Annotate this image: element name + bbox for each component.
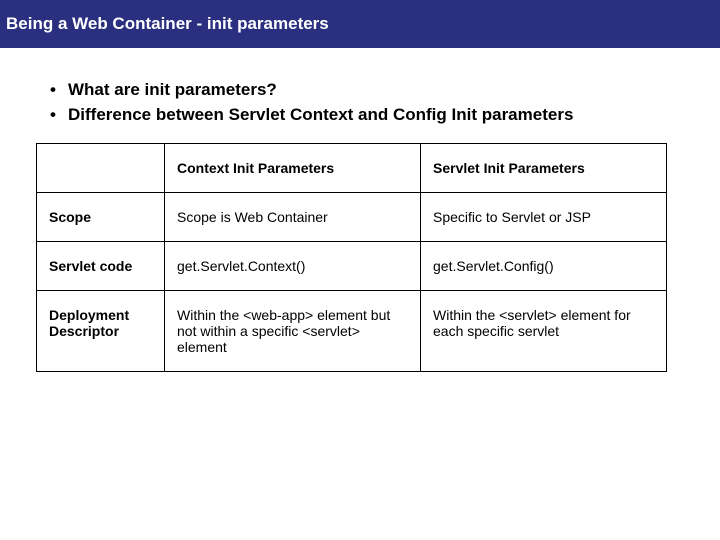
table-cell: get.Servlet.Context() — [165, 242, 421, 291]
table-row-label: Scope — [37, 193, 165, 242]
table-header-row: Context Init Parameters Servlet Init Par… — [37, 144, 667, 193]
table-row: Servlet code get.Servlet.Context() get.S… — [37, 242, 667, 291]
bullet-list: What are init parameters? Difference bet… — [30, 78, 690, 127]
table-cell: Within the <servlet> element for each sp… — [421, 291, 667, 372]
table-cell: Specific to Servlet or JSP — [421, 193, 667, 242]
table-col-header: Servlet Init Parameters — [421, 144, 667, 193]
comparison-table: Context Init Parameters Servlet Init Par… — [36, 143, 667, 372]
slide-title-bar: Being a Web Container - init parameters — [0, 0, 720, 48]
table-row: Deployment Descriptor Within the <web-ap… — [37, 291, 667, 372]
table-row: Scope Scope is Web Container Specific to… — [37, 193, 667, 242]
table-cell: Within the <web-app> element but not wit… — [165, 291, 421, 372]
slide-body: What are init parameters? Difference bet… — [0, 48, 720, 382]
table-row-label: Servlet code — [37, 242, 165, 291]
table-cell: get.Servlet.Config() — [421, 242, 667, 291]
bullet-item: Difference between Servlet Context and C… — [50, 103, 690, 128]
table-row-label: Deployment Descriptor — [37, 291, 165, 372]
table-corner-cell — [37, 144, 165, 193]
bullet-item: What are init parameters? — [50, 78, 690, 103]
slide-title: Being a Web Container - init parameters — [6, 14, 329, 33]
table-col-header: Context Init Parameters — [165, 144, 421, 193]
table-cell: Scope is Web Container — [165, 193, 421, 242]
